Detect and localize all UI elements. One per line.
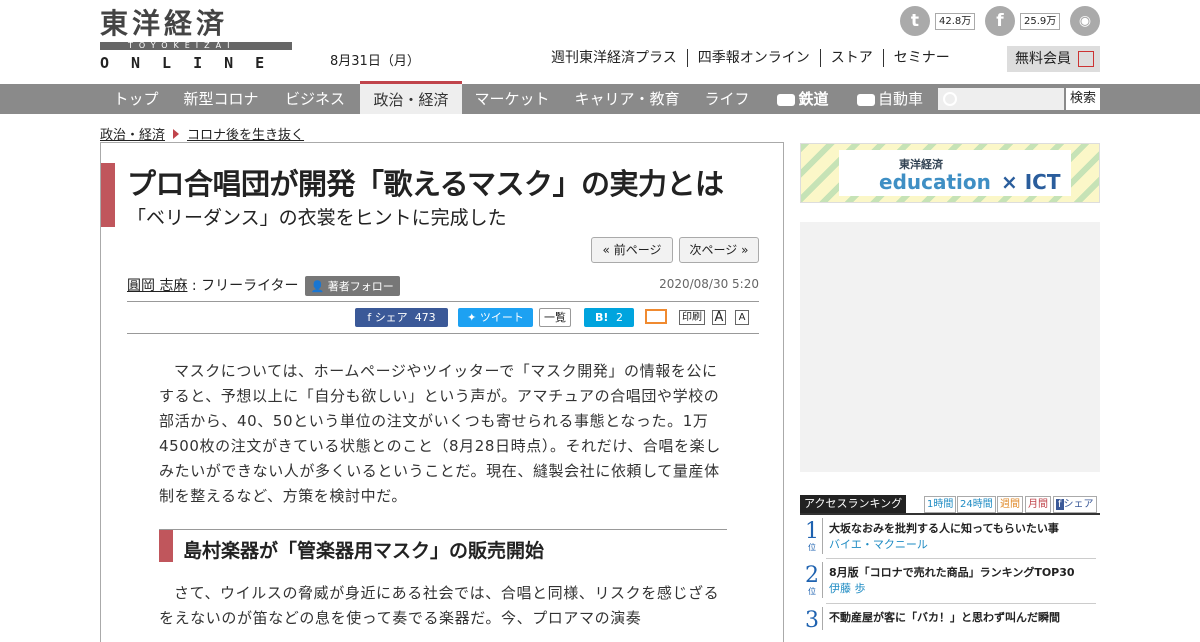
nav-automobile[interactable]: 自動車 [848,84,932,114]
search-button[interactable]: 検索 [1066,88,1100,110]
rank-number: 1位 [805,519,819,552]
facebook-icon: f [1056,499,1064,510]
person-icon: 👤 [310,280,325,293]
nav-career[interactable]: キャリア・教育 [562,84,692,114]
site-header: 東洋経済 TOYOKEIZAI ONLINE 8月31日（月） 週刊東洋経済プラ… [0,0,1200,84]
banner-education: education [879,170,991,194]
divider [127,301,759,302]
logo-romaji: TOYOKEIZAI [128,41,236,50]
banner-ict: × ICT [1001,170,1061,194]
facebook-count: 25.9万 [1020,12,1061,30]
ranking-item[interactable]: 1位 大坂なおみを批判する人に知ってもらいたい事 バイエ・マクニール [800,518,1100,560]
prev-page-button[interactable]: « 前ページ [591,237,673,263]
search-icon [943,92,957,106]
tab-monthly[interactable]: 月間 [1025,496,1051,513]
ranking-author: 伊藤 歩 [829,582,866,595]
title-accent-bar [101,163,115,227]
current-date: 8月31日（月） [330,54,420,69]
ad-slot [800,222,1100,472]
nav-top[interactable]: トップ [100,84,172,114]
tab-share[interactable]: f シェア [1053,496,1097,513]
rank-number: 3位 [805,608,819,631]
font-large-button[interactable]: A [712,310,726,325]
link-seminar[interactable]: セミナー [882,49,960,67]
author-line: 圓岡 志麻 : フリーライター 👤 著者フォロー [127,275,400,296]
ranking-title: アクセスランキング [800,495,907,513]
link-store[interactable]: ストア [819,49,883,67]
mail-icon[interactable] [645,309,667,324]
author-role: : フリーライター [187,278,299,294]
education-ict-banner[interactable]: 東洋経済 education × ICT [800,143,1100,203]
ranking-item[interactable]: 2位 8月版「コロナで売れた商品」ランキングTOP30 伊藤 歩 [800,562,1100,604]
facebook-icon: f [367,311,372,324]
twitter-follow[interactable]: t 42.8万 [900,6,976,36]
car-icon [856,93,875,106]
article-paragraph: さて、ウイルスの脅威が身近にある社会では、合唱と同様、リスクを感じざるをえないの… [159,584,720,627]
nav-politics-economy[interactable]: 政治・経済 [360,81,462,114]
hatena-bookmark-button[interactable]: B! 2 [584,308,634,327]
logo-kanji: 東洋経済 [100,7,229,40]
tweet-button[interactable]: ✦ ツイート [458,308,533,327]
font-small-button[interactable]: A [735,310,749,325]
author-name[interactable]: 圓岡 志麻 [127,278,187,294]
logo-online: ONLINE [100,54,287,72]
facebook-share-button[interactable]: f シェア 473 [355,308,448,327]
breadcrumb-series[interactable]: コロナ後を生き抜く [187,128,304,143]
twitter-icon: t [900,6,930,36]
nav-railway[interactable]: 鉄道 [766,84,840,114]
tab-weekly[interactable]: 週間 [997,496,1023,513]
divider [826,558,1096,559]
tweet-list-link[interactable]: 一覧 [539,308,571,327]
ranking-title-text: 大坂なおみを批判する人に知ってもらいたい事 [829,522,1059,535]
author-follow-button[interactable]: 👤 著者フォロー [304,276,400,296]
tab-24hours[interactable]: 24時間 [957,496,996,513]
breadcrumb-category[interactable]: 政治・経済 [100,128,165,143]
toyokeizai-logo[interactable]: 東洋経済 TOYOKEIZAI ONLINE [100,7,292,72]
link-shikiho[interactable]: 四季報オンライン [686,49,820,67]
next-page-button[interactable]: 次ページ » [679,237,759,263]
article: プロ合唱団が開発「歌えるマスク」の実力とは 「ベリーダンス」の衣裳をヒントに完成… [100,142,784,642]
search-input[interactable] [938,88,1064,110]
ranking-item[interactable]: 3位 不動産屋が客に「バカ！」と思わず叫んだ瞬間 [800,607,1100,630]
twitter-icon: ✦ [467,311,477,324]
train-icon [777,93,796,106]
divider [826,603,1096,604]
nav-business[interactable]: ビジネス [270,84,360,114]
facebook-icon: f [985,6,1015,36]
nav-market[interactable]: マーケット [462,84,562,114]
rank-number: 2位 [805,563,819,596]
article-paragraph: マスクについては、ホームページやツイッターで「マスク開発」の情報を公にすると、予… [159,362,721,505]
divider [127,333,759,334]
ranking-header: アクセスランキング 1時間 24時間 週間 月間 f シェア [800,495,1100,515]
published-date: 2020/08/30 5:20 [659,277,759,291]
free-member-button[interactable]: 無料会員 [1007,46,1100,72]
top-links: 週刊東洋経済プラス 四季報オンライン ストア セミナー [551,49,960,67]
heading-accent-bar [159,530,173,562]
facebook-follow[interactable]: f 25.9万 [985,6,1061,36]
hatena-icon: B! [594,311,609,324]
nav-corona[interactable]: 新型コロナ [172,84,270,114]
rss-link[interactable]: ◉ [1070,6,1100,36]
nav-life[interactable]: ライフ [692,84,762,114]
ranking-title-text: 不動産屋が客に「バカ！」と思わず叫んだ瞬間 [829,611,1060,624]
ranking-author: バイエ・マクニール [829,538,928,551]
section-heading: 島村楽器が「管楽器用マスク」の販売開始 [159,529,727,562]
twitter-count: 42.8万 [935,12,976,30]
gift-icon [1078,51,1094,67]
print-button[interactable]: 印刷 [679,310,705,325]
rss-icon: ◉ [1070,6,1100,36]
share-bar: f シェア 473 ✦ ツイート 一覧 B! 2 印刷 A A [101,308,785,328]
article-title: プロ合唱団が開発「歌えるマスク」の実力とは [127,167,724,201]
breadcrumb: 政治・経済 コロナ後を生き抜く [100,124,304,143]
ranking-title-text: 8月版「コロナで売れた商品」ランキングTOP30 [829,566,1075,579]
article-subtitle: 「ベリーダンス」の衣裳をヒントに完成した [127,207,507,229]
link-weekly-plus[interactable]: 週刊東洋経済プラス [551,49,687,67]
breadcrumb-arrow-icon [173,129,180,139]
tab-1hour[interactable]: 1時間 [924,496,957,513]
